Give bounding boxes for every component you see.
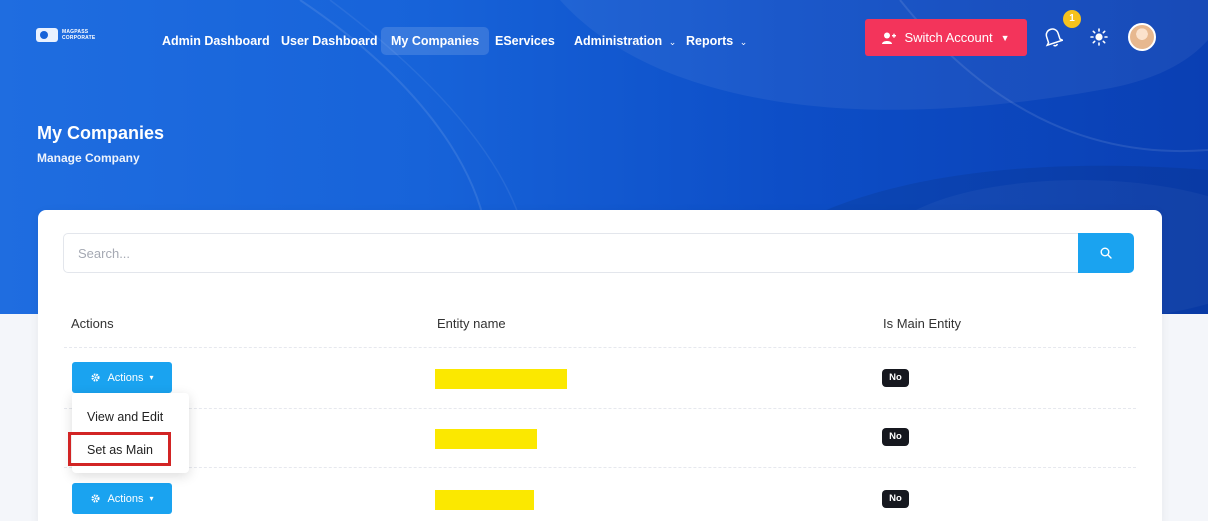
companies-card: Actions Entity name Is Main Entity Actio… [38, 210, 1162, 521]
chevron-down-icon: ⌄ [739, 37, 748, 47]
entity-name-redacted [435, 490, 534, 510]
nav-reports-label: Reports [686, 34, 734, 48]
nav-admin-dashboard-label: Admin Dashboard [162, 34, 270, 48]
column-header-is-main-entity: Is Main Entity [883, 316, 962, 331]
row-actions-button[interactable]: Actions ▾ [72, 362, 172, 393]
nav-administration-label: Administration [574, 34, 663, 48]
caret-down-icon: ▾ [149, 373, 154, 382]
switch-account-label: Switch Account [904, 30, 993, 45]
user-avatar[interactable] [1128, 23, 1156, 51]
logo-text: MAGPASS CORPORATE [62, 29, 95, 41]
highlight-annotation-box [68, 432, 171, 466]
is-main-badge: No [882, 490, 909, 508]
user-plus-icon [882, 32, 897, 44]
search-button[interactable] [1078, 233, 1134, 273]
column-header-actions: Actions [71, 316, 114, 331]
nav-user-dashboard-label: User Dashboard [281, 34, 378, 48]
nav-admin-dashboard[interactable]: Admin Dashboard [162, 27, 270, 55]
table-row-divider [64, 408, 1136, 409]
is-main-badge: No [882, 369, 909, 387]
switch-account-button[interactable]: Switch Account ▼ [865, 19, 1027, 56]
gear-icon [91, 494, 100, 503]
nav-administration[interactable]: Administration ⌄ [574, 27, 676, 55]
is-main-badge: No [882, 428, 909, 446]
caret-down-icon: ▾ [149, 494, 154, 503]
entity-name-redacted [435, 429, 537, 449]
chevron-down-icon: ⌄ [668, 37, 677, 47]
nav-user-dashboard[interactable]: User Dashboard [281, 27, 378, 55]
nav-reports[interactable]: Reports ⌄ [686, 27, 747, 55]
caret-down-icon: ▼ [1000, 32, 1010, 43]
column-header-entity-name: Entity name [437, 316, 506, 331]
nav-eservices-label: EServices [495, 34, 555, 48]
bell-icon[interactable] [1043, 26, 1063, 48]
search-icon [1100, 247, 1112, 259]
row-actions-label: Actions [107, 492, 144, 505]
table-divider [64, 347, 1136, 348]
gear-icon [91, 373, 100, 382]
top-navbar: MAGPASS CORPORATE Admin Dashboard User D… [0, 0, 1208, 78]
page-title: My Companies [37, 123, 165, 143]
nav-eservices[interactable]: EServices [495, 27, 555, 55]
app-logo[interactable]: MAGPASS CORPORATE [36, 28, 95, 42]
logo-mark-icon [36, 28, 58, 42]
table-row-divider [64, 467, 1136, 468]
menu-item-view-and-edit[interactable]: View and Edit [87, 410, 163, 424]
nav-my-companies-label: My Companies [391, 34, 480, 48]
search-input[interactable] [63, 233, 1079, 273]
logo-line2: CORPORATE [62, 35, 96, 41]
nav-my-companies[interactable]: My Companies [381, 27, 490, 55]
row-actions-button[interactable]: Actions ▾ [72, 483, 172, 514]
row-actions-label: Actions [107, 371, 144, 384]
notification-count-badge: 1 [1063, 10, 1081, 28]
page-subtitle: Manage Company [37, 151, 140, 165]
sun-icon[interactable] [1090, 28, 1108, 46]
entity-name-redacted [435, 369, 567, 389]
